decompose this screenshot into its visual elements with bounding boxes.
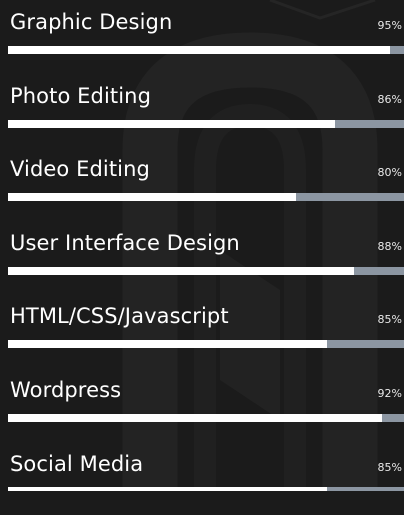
skill-name: Graphic Design <box>10 10 173 34</box>
skill-name: HTML/CSS/Javascript <box>10 304 229 328</box>
skill-name: Video Editing <box>10 157 150 181</box>
skill-progress-track <box>8 193 404 201</box>
skill-progress-fill <box>8 267 355 275</box>
skill-item-user-interface-design: User Interface Design 88% <box>0 221 404 294</box>
skill-percent: 85% <box>377 461 402 474</box>
skill-progress-fill <box>8 120 335 128</box>
skill-item-html-css-javascript: HTML/CSS/Javascript 85% <box>0 294 404 367</box>
skills-list: Graphic Design 95% Photo Editing 86% Vid… <box>0 0 404 491</box>
skill-progress-fill <box>8 414 383 422</box>
skill-progress-fill <box>8 193 296 201</box>
skill-progress-fill <box>8 46 391 54</box>
skill-item-wordpress: Wordpress 92% <box>0 368 404 441</box>
skill-progress-fill <box>8 487 327 491</box>
skill-item-social-media: Social Media 85% <box>0 442 404 515</box>
skill-item-graphic-design: Graphic Design 95% <box>0 0 404 73</box>
skill-progress-fill <box>8 340 327 348</box>
skill-percent: 80% <box>377 166 402 179</box>
skill-progress-track <box>8 414 404 422</box>
skill-item-video-editing: Video Editing 80% <box>0 147 404 220</box>
skill-percent: 95% <box>377 19 402 32</box>
skill-percent: 88% <box>377 240 402 253</box>
skill-name: User Interface Design <box>10 231 240 255</box>
skill-percent: 85% <box>377 313 402 326</box>
skill-item-photo-editing: Photo Editing 86% <box>0 74 404 147</box>
skill-progress-track <box>8 267 404 275</box>
skill-progress-track <box>8 120 404 128</box>
skill-percent: 92% <box>377 387 402 400</box>
skill-name: Wordpress <box>10 378 122 402</box>
skill-percent: 86% <box>377 93 402 106</box>
skill-name: Photo Editing <box>10 84 152 108</box>
skill-progress-track <box>8 340 404 348</box>
skill-name: Social Media <box>10 452 144 476</box>
skill-progress-track <box>8 46 404 54</box>
skill-progress-track <box>8 487 404 491</box>
